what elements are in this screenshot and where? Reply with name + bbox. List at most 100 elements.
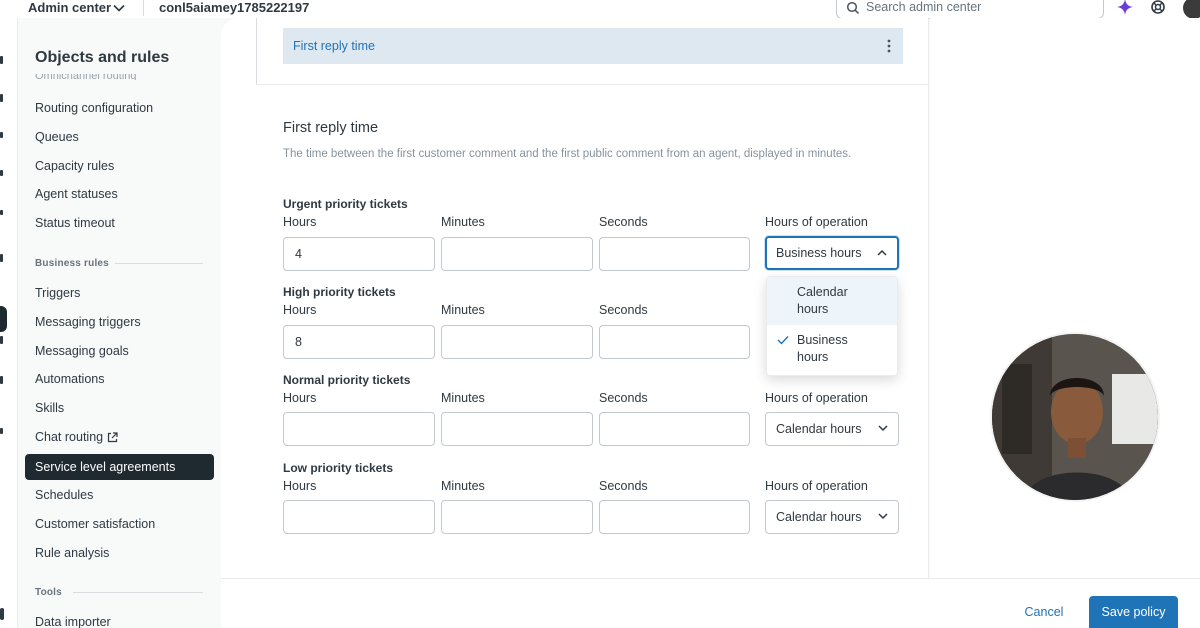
normal-seconds-input[interactable] <box>599 412 750 446</box>
sidebar-item-schedules[interactable]: Schedules <box>25 482 214 508</box>
section-business-rules: Business rules <box>35 258 109 269</box>
topbar-divider <box>143 0 144 16</box>
sidebar-item-chat-routing[interactable]: Chat routing <box>25 424 214 450</box>
sidebar-item-routing-configuration[interactable]: Routing configuration <box>25 95 214 121</box>
select-value: Calendar hours <box>776 510 862 524</box>
rail-icon-account[interactable] <box>0 254 3 262</box>
rail-icon-security[interactable] <box>0 336 3 344</box>
top-bar: ‹ Admin center conl5aiamey1785222197 Sea… <box>0 0 1200 19</box>
normal-hours-of-operation-select[interactable]: Calendar hours <box>765 412 899 446</box>
cancel-button[interactable]: Cancel <box>1010 596 1078 628</box>
webcam-overlay <box>990 332 1160 502</box>
option-label: Business <box>797 333 848 347</box>
search-input[interactable]: Search admin center <box>836 0 1104 19</box>
label-hours-of-operation: Hours of operation <box>765 479 868 493</box>
rail-icon-ai[interactable] <box>0 376 3 384</box>
sidebar-item-queues[interactable]: Queues <box>25 124 214 150</box>
form-description: The time between the first customer comm… <box>283 148 852 160</box>
label-hours-of-operation: Hours of operation <box>765 391 868 405</box>
sidebar-item-capacity-rules[interactable]: Capacity rules <box>25 153 214 179</box>
account-name: conl5aiamey1785222197 <box>159 0 310 15</box>
rail-icon-home[interactable] <box>0 56 3 64</box>
select-value: Business hours <box>776 246 862 260</box>
low-seconds-input[interactable] <box>599 500 750 534</box>
external-link-icon <box>108 432 118 443</box>
label-seconds: Seconds <box>599 215 648 229</box>
sidebar-item-status-timeout[interactable]: Status timeout <box>25 210 214 236</box>
sidebar-item-triggers[interactable]: Triggers <box>25 280 214 306</box>
sidebar-item-omnichannel-routing[interactable]: Omnichannel routing <box>35 74 137 80</box>
section-tools: Tools <box>35 587 62 598</box>
urgent-minutes-input[interactable] <box>441 237 593 271</box>
presenter-video-image <box>992 334 1158 500</box>
urgent-seconds-input[interactable] <box>599 237 750 271</box>
help-lifebuoy-icon[interactable] <box>1151 0 1165 14</box>
ai-sparkle-icon[interactable] <box>1117 0 1133 15</box>
rail-icon-bottom[interactable] <box>0 608 4 620</box>
urgent-hours-of-operation-select[interactable]: Business hours <box>765 236 899 270</box>
normal-minutes-input[interactable] <box>441 412 593 446</box>
rail-icon-workspaces[interactable] <box>0 170 3 176</box>
label-hours: Hours <box>283 479 317 493</box>
form-title: First reply time <box>283 120 379 136</box>
metric-row-first-reply-time[interactable]: First reply time <box>283 28 903 64</box>
rail-icon-people[interactable] <box>0 94 3 102</box>
sidebar-item-skills[interactable]: Skills <box>25 395 214 421</box>
rail-icon-objects-rules[interactable] <box>0 306 7 332</box>
low-minutes-input[interactable] <box>441 500 593 534</box>
sidebar-item-automations[interactable]: Automations <box>25 366 214 392</box>
sidebar-item-messaging-goals[interactable]: Messaging goals <box>25 338 214 364</box>
group-title-normal: Normal priority tickets <box>283 373 411 387</box>
section-frame <box>256 18 257 84</box>
sidebar-item-rule-analysis[interactable]: Rule analysis <box>25 540 214 566</box>
product-rail <box>0 18 18 628</box>
high-minutes-input[interactable] <box>441 325 593 359</box>
search-icon <box>846 1 860 15</box>
normal-hours-input[interactable] <box>283 412 435 446</box>
sidebar-item-data-importer[interactable]: Data importer <box>25 609 214 628</box>
rail-icon-channels[interactable] <box>0 132 3 138</box>
option-calendar-hours[interactable]: Calendar hours <box>767 277 897 325</box>
group-title-high: High priority tickets <box>283 285 396 299</box>
option-label: hours <box>797 302 829 316</box>
label-minutes: Minutes <box>441 391 485 405</box>
rail-icon-apps[interactable] <box>0 210 3 215</box>
label-hours: Hours <box>283 303 317 317</box>
user-avatar[interactable] <box>1183 0 1200 19</box>
urgent-hours-input[interactable]: 4 <box>283 237 435 271</box>
label-minutes: Minutes <box>441 303 485 317</box>
high-seconds-input[interactable] <box>599 325 750 359</box>
label-seconds: Seconds <box>599 391 648 405</box>
option-business-hours[interactable]: Business hours <box>767 325 897 373</box>
label-minutes: Minutes <box>441 215 485 229</box>
label-hours: Hours <box>283 215 317 229</box>
sidebar-item-customer-satisfaction[interactable]: Customer satisfaction <box>25 511 214 537</box>
chevron-down-icon <box>878 425 888 432</box>
select-value: Calendar hours <box>776 422 862 436</box>
label-seconds: Seconds <box>599 479 648 493</box>
section-divider <box>256 84 929 85</box>
section-divider <box>73 592 203 593</box>
option-label: Calendar <box>797 285 848 299</box>
high-hours-input[interactable]: 8 <box>283 325 435 359</box>
sidebar-item-agent-statuses[interactable]: Agent statuses <box>25 181 214 207</box>
sidebar-item-label: Chat routing <box>35 430 104 444</box>
right-area <box>930 18 1200 628</box>
chevron-down-icon <box>878 513 888 520</box>
save-policy-button[interactable]: Save policy <box>1089 596 1178 628</box>
group-title-low: Low priority tickets <box>283 461 394 475</box>
sidebar-title: Objects and rules <box>35 49 170 66</box>
hours-of-operation-dropdown: Calendar hours Business hours <box>766 276 898 376</box>
rail-icon-settings[interactable] <box>0 428 3 434</box>
low-hours-input[interactable] <box>283 500 435 534</box>
search-placeholder: Search admin center <box>866 0 982 14</box>
metric-row-label: First reply time <box>293 39 375 53</box>
chevron-down-icon[interactable] <box>112 1 126 15</box>
chevron-up-icon <box>877 249 887 256</box>
sidebar-item-service-level-agreements[interactable]: Service level agreements <box>25 454 214 480</box>
sidebar-item-messaging-triggers[interactable]: Messaging triggers <box>25 309 214 335</box>
label-hours: Hours <box>283 391 317 405</box>
product-switcher-label[interactable]: Admin center <box>28 0 111 16</box>
low-hours-of-operation-select[interactable]: Calendar hours <box>765 500 899 534</box>
kebab-menu-icon[interactable] <box>887 39 891 53</box>
